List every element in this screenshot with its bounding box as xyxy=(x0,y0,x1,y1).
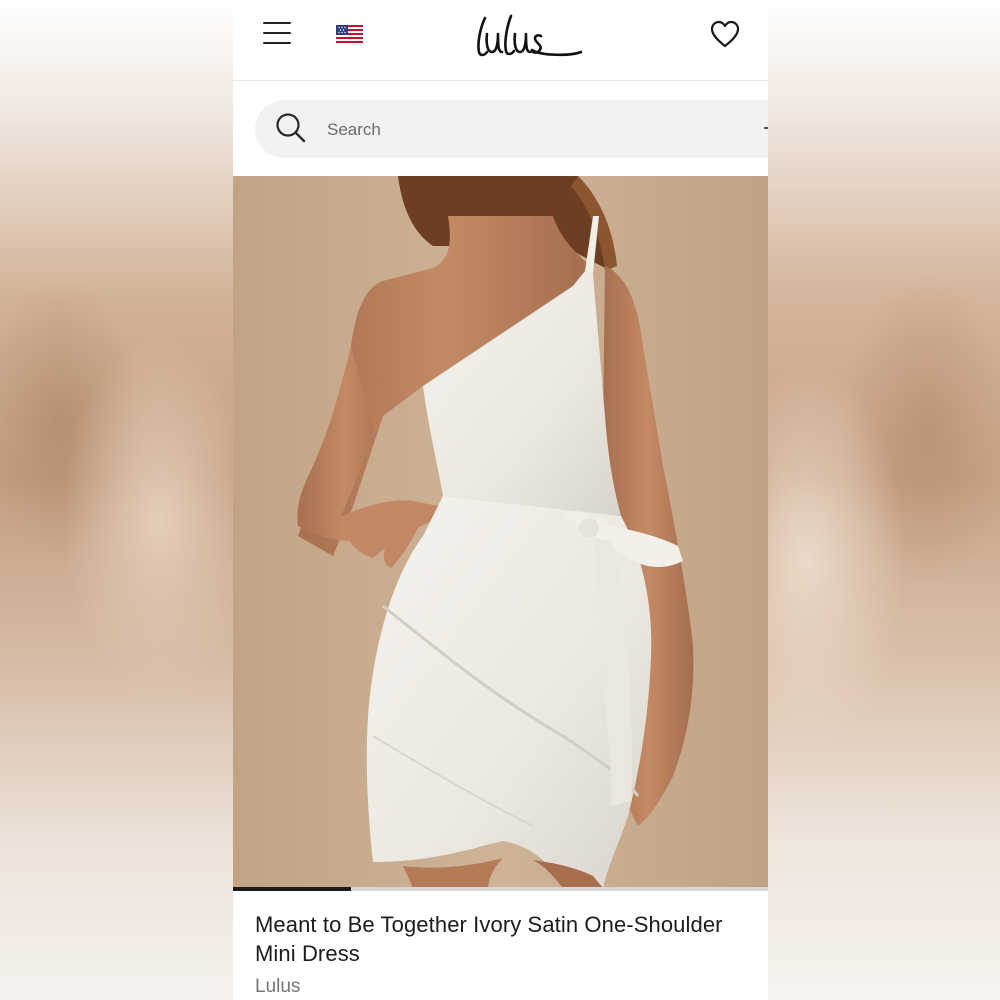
product-brand[interactable]: Lulus xyxy=(255,976,300,998)
image-gallery-progress xyxy=(233,887,768,891)
blurred-background-left xyxy=(0,0,233,1000)
blurred-background-right xyxy=(767,0,1000,1000)
hamburger-menu-icon[interactable] xyxy=(263,22,291,46)
product-image[interactable] xyxy=(233,176,768,888)
us-flag-icon[interactable] xyxy=(336,25,363,45)
heart-icon[interactable] xyxy=(710,20,740,48)
lulus-logo[interactable] xyxy=(471,12,587,60)
search-icon[interactable] xyxy=(275,112,307,144)
product-photo-illustration xyxy=(233,176,768,888)
top-navigation-bar xyxy=(233,0,768,81)
mobile-screen: Meant to Be Together Ivory Satin One-Sho… xyxy=(233,0,768,1000)
search-bar[interactable] xyxy=(255,100,768,158)
image-gallery-progress-fill xyxy=(233,887,351,891)
search-input[interactable] xyxy=(325,108,749,152)
search-bar-edge-mark xyxy=(764,127,768,129)
product-title[interactable]: Meant to Be Together Ivory Satin One-Sho… xyxy=(255,910,765,968)
